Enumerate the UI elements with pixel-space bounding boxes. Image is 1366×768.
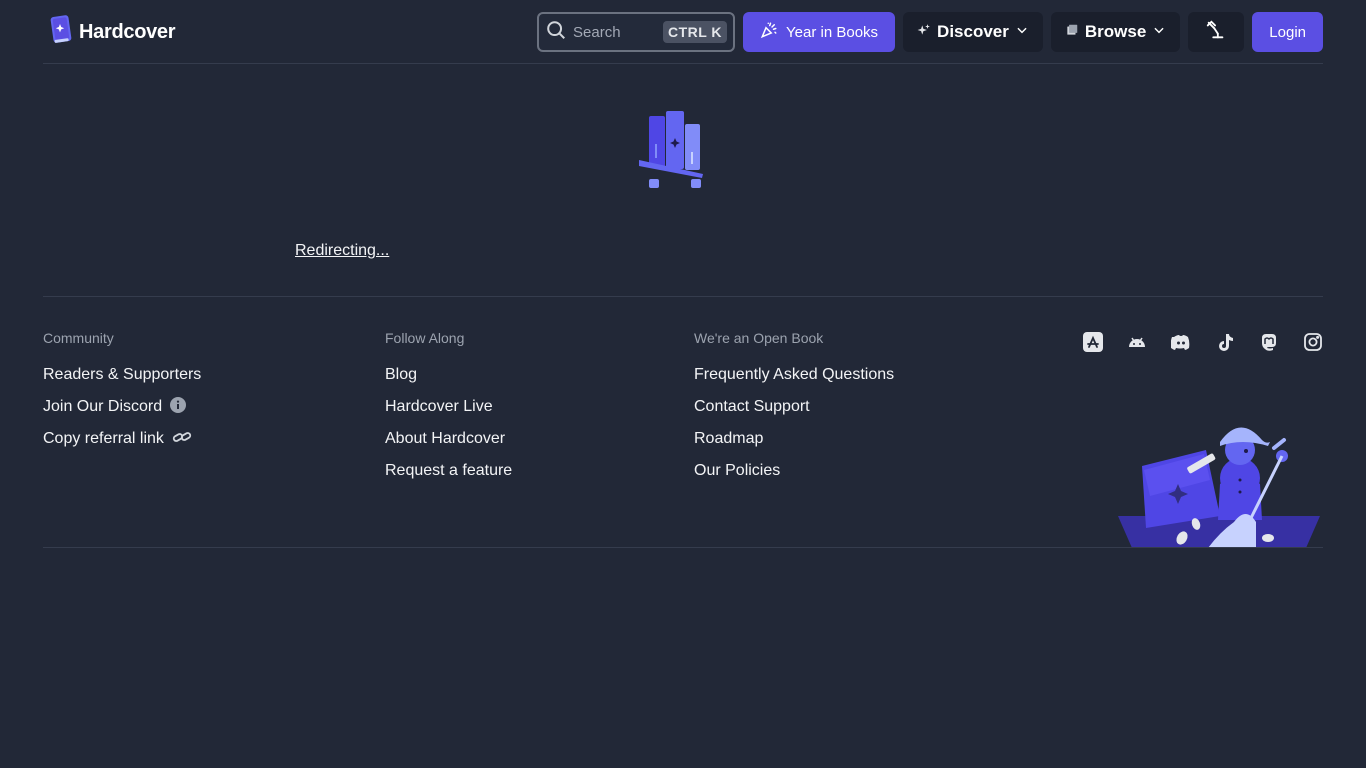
librarian-mascot-illustration [1116, 418, 1322, 548]
link-chain-icon [172, 429, 192, 450]
discover-dropdown[interactable]: Discover [903, 12, 1043, 52]
browse-dropdown[interactable]: Browse [1050, 12, 1181, 52]
login-label: Login [1269, 23, 1306, 41]
brand-logo-link[interactable]: Hardcover [49, 14, 176, 50]
footer-link-readers-supporters[interactable]: Readers & Supporters [43, 359, 201, 391]
app-store-icon[interactable] [1083, 332, 1103, 352]
footer-link-roadmap[interactable]: Roadmap [694, 423, 894, 455]
footer-link-request-feature[interactable]: Request a feature [385, 455, 512, 487]
chevron-down-icon [1015, 22, 1029, 42]
footer-open-book-column: We're an Open Book Frequently Asked Ques… [694, 330, 894, 487]
footer-heading-community: Community [43, 330, 114, 346]
year-in-books-button[interactable]: Year in Books [743, 12, 896, 52]
footer-link-faq[interactable]: Frequently Asked Questions [694, 359, 894, 391]
redirecting-link[interactable]: Redirecting... [295, 242, 389, 260]
search-input[interactable]: Search CTRL K [537, 12, 736, 52]
footer-divider [43, 547, 1323, 548]
party-popper-icon [760, 21, 778, 43]
footer-link-join-discord[interactable]: Join Our Discord [43, 391, 201, 423]
footer-heading-follow: Follow Along [385, 330, 465, 346]
nav-actions: Search CTRL K Year in Books Discover Bro… [537, 12, 1323, 52]
search-icon [545, 19, 567, 46]
footer-link-blog[interactable]: Blog [385, 359, 512, 391]
brand-name: Hardcover [79, 20, 176, 43]
search-shortcut-badge: CTRL K [662, 21, 728, 43]
footer-link-policies[interactable]: Our Policies [694, 455, 894, 487]
instagram-icon[interactable] [1303, 332, 1323, 352]
top-navbar: Hardcover Search CTRL K Year in Books Di… [43, 0, 1323, 64]
footer-follow-column: Follow Along Blog Hardcover Live About H… [385, 330, 512, 487]
social-links [1083, 332, 1323, 352]
tiktok-icon[interactable] [1215, 332, 1235, 352]
year-in-books-label: Year in Books [786, 23, 879, 41]
sparkle-icon [917, 22, 931, 42]
book-cart-loading-illustration [637, 108, 705, 192]
info-icon[interactable] [170, 396, 187, 418]
discover-label: Discover [937, 22, 1009, 41]
footer-heading-open-book: We're an Open Book [694, 330, 824, 346]
footer-link-about[interactable]: About Hardcover [385, 423, 512, 455]
desk-lamp-icon [1205, 19, 1227, 46]
content-divider [43, 296, 1323, 297]
chevron-down-icon [1152, 22, 1166, 42]
login-button[interactable]: Login [1252, 12, 1323, 52]
theme-toggle-button[interactable] [1188, 12, 1245, 52]
mastodon-icon[interactable] [1259, 332, 1279, 352]
browse-label: Browse [1084, 22, 1147, 41]
footer-link-copy-referral[interactable]: Copy referral link [43, 423, 201, 455]
hardcover-logo-icon [49, 14, 73, 50]
discord-icon[interactable] [1170, 332, 1191, 352]
search-placeholder: Search [573, 23, 621, 41]
footer-link-contact-support[interactable]: Contact Support [694, 391, 894, 423]
android-icon[interactable] [1127, 332, 1147, 352]
books-stack-icon [1065, 22, 1079, 42]
footer-link-hardcover-live[interactable]: Hardcover Live [385, 391, 512, 423]
footer-community-column: Community Readers & Supporters Join Our … [43, 330, 201, 455]
